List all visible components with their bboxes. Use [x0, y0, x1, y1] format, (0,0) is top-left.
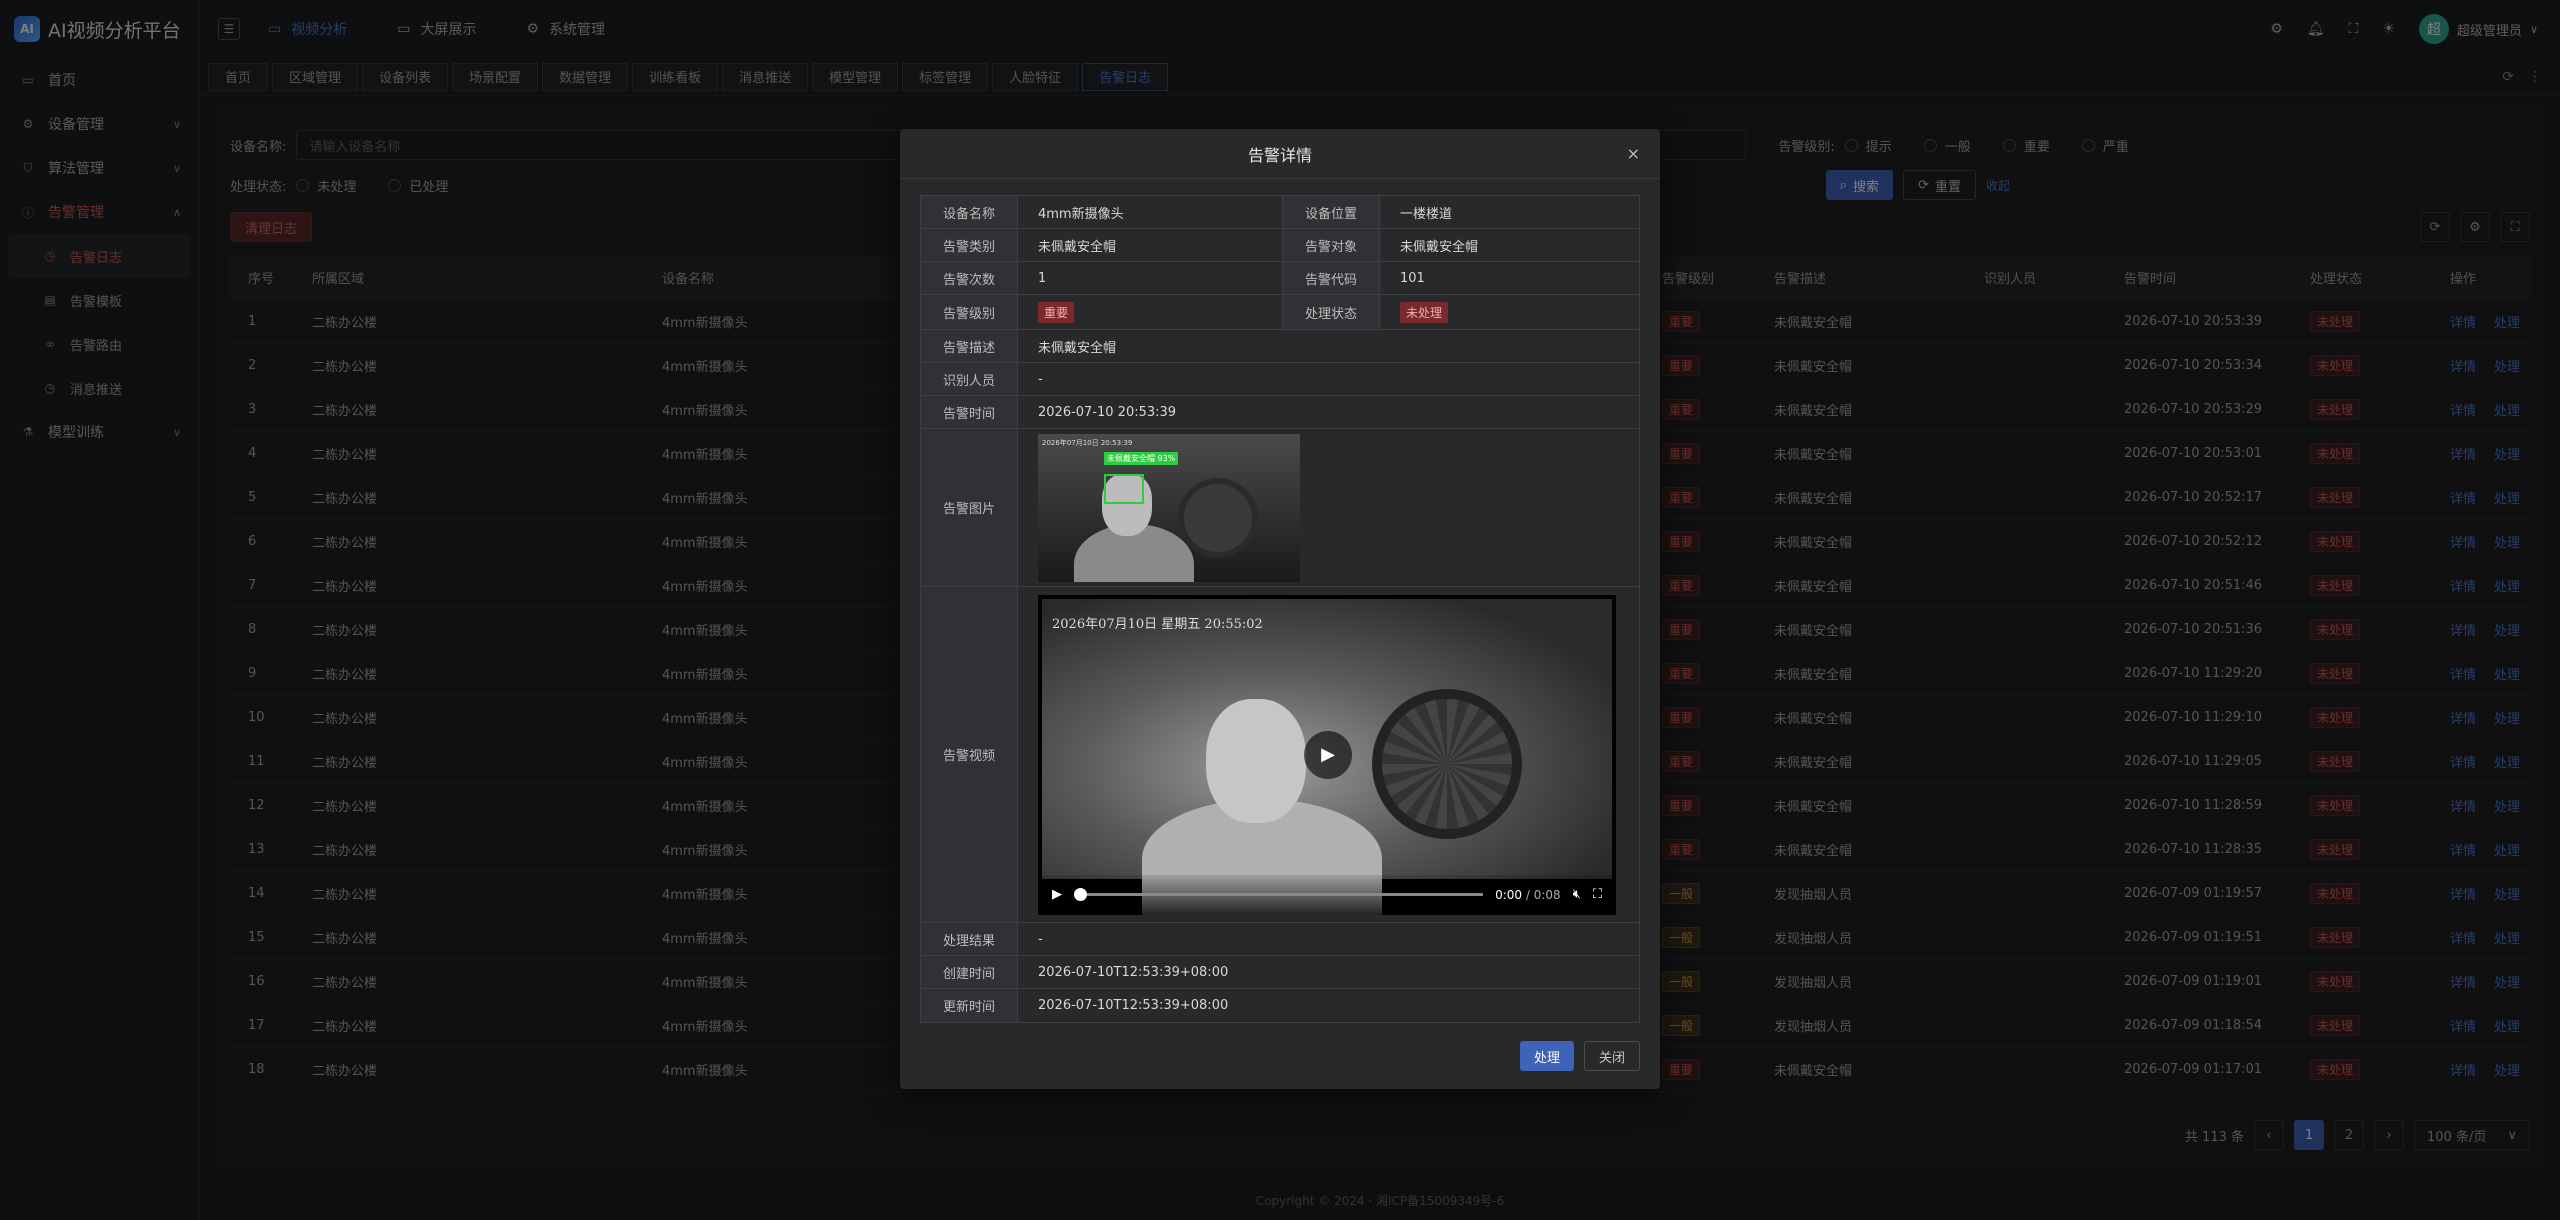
detail-value: 未佩戴安全帽	[1400, 239, 1479, 255]
detail-row: 告警描述 未佩戴安全帽	[921, 330, 1639, 363]
video-fan	[1372, 688, 1522, 839]
modal-footer: 处理 关闭	[1519, 1041, 1640, 1071]
detail-label: 告警级别	[921, 295, 1018, 329]
detail-value: -	[1038, 931, 1043, 947]
detail-label: 告警代码	[1283, 262, 1380, 294]
detail-value: 2026-07-10T12:53:39+08:00	[1038, 964, 1229, 980]
detection-label: 未佩戴安全帽 93%	[1104, 451, 1179, 465]
image-fan	[1178, 477, 1258, 558]
detail-row: 更新时间 2026-07-10T12:53:39+08:00	[921, 989, 1639, 1022]
detail-label: 告警次数	[921, 262, 1018, 294]
video-person-head	[1206, 698, 1306, 823]
detail-row: 告警时间 2026-07-10 20:53:39	[921, 396, 1639, 429]
mute-icon[interactable]: 🔇︎	[1573, 887, 1581, 902]
detail-value: 未佩戴安全帽 93% 2026年07月10日 20:53:39	[1018, 429, 1639, 586]
alert-detail-modal: 告警详情 × 设备名称 4mm新摄像头 设备位置 一楼楼道 告警类别 未佩戴安全…	[900, 129, 1660, 1089]
fullscreen-icon[interactable]: ⛶	[1593, 887, 1602, 902]
detail-row: 告警次数 1 告警代码 101	[921, 262, 1639, 295]
detail-value: -	[1038, 371, 1043, 387]
handle-button[interactable]: 处理	[1519, 1041, 1574, 1071]
detail-label: 创建时间	[921, 956, 1018, 988]
detail-label: 设备名称	[921, 196, 1018, 228]
alert-video[interactable]: 2026年07月10日 星期五 20:55:02 ▶ ▶ 0:00 / 0:08…	[1038, 594, 1616, 915]
detail-label: 告警对象	[1283, 229, 1380, 261]
play-icon[interactable]: ▶	[1304, 730, 1352, 779]
detail-value: 2026年07月10日 星期五 20:55:02 ▶ ▶ 0:00 / 0:08…	[1018, 587, 1639, 922]
detail-row: 设备名称 4mm新摄像头 设备位置 一楼楼道	[921, 196, 1639, 229]
seek-knob[interactable]	[1074, 888, 1087, 901]
detail-row: 识别人员 -	[921, 363, 1639, 396]
detail-value: 2026-07-10 20:53:39	[1038, 404, 1177, 420]
detail-value: 2026-07-10T12:53:39+08:00	[1038, 998, 1229, 1013]
modal-header: 告警详情 ×	[900, 129, 1660, 179]
detail-label: 处理状态	[1283, 295, 1380, 329]
detail-value: 未佩戴安全帽	[1018, 229, 1283, 261]
modal-title: 告警详情	[1247, 145, 1312, 165]
video-timestamp: 2026年07月10日 星期五 20:55:02	[1052, 616, 1263, 632]
video-seek-bar[interactable]	[1074, 888, 1484, 901]
detail-label: 告警时间	[921, 396, 1018, 428]
level-badge: 重要	[1038, 301, 1075, 323]
detection-box	[1104, 473, 1144, 504]
alert-image[interactable]: 未佩戴安全帽 93% 2026年07月10日 20:53:39	[1038, 433, 1300, 582]
detail-label: 更新时间	[921, 989, 1018, 1022]
detail-label: 设备位置	[1283, 196, 1380, 228]
detail-value: 未处理	[1380, 295, 1639, 329]
detail-value: 一楼楼道	[1400, 206, 1453, 222]
detail-row: 告警级别 重要 处理状态 未处理	[921, 295, 1639, 330]
detail-row: 告警图片 未佩戴安全帽 93% 2026年07月10日 20:53:39	[921, 429, 1639, 587]
play-button-icon[interactable]: ▶	[1052, 887, 1062, 902]
detail-row: 处理结果 -	[921, 923, 1639, 956]
detail-value: 1	[1018, 262, 1283, 294]
detail-label: 告警描述	[921, 330, 1018, 362]
image-timestamp: 2026年07月10日 20:53:39	[1042, 438, 1133, 447]
detail-label: 识别人员	[921, 363, 1018, 395]
detail-value: 未佩戴安全帽	[1038, 340, 1117, 356]
video-time: 0:00 / 0:08	[1495, 887, 1561, 902]
detail-row: 创建时间 2026-07-10T12:53:39+08:00	[921, 956, 1639, 989]
detail-label: 告警图片	[921, 429, 1018, 586]
video-controls: ▶ 0:00 / 0:08 🔇︎ ⛶	[1038, 874, 1616, 915]
detail-value: 101	[1400, 270, 1425, 286]
detail-value: 4mm新摄像头	[1018, 196, 1283, 228]
close-button[interactable]: 关闭	[1583, 1041, 1640, 1071]
detail-row: 告警视频 2026年07月10日 星期五 20:55:02 ▶ ▶ 0:00 /…	[921, 587, 1639, 923]
detail-row: 告警类别 未佩戴安全帽 告警对象 未佩戴安全帽	[921, 229, 1639, 262]
detail-value: 重要	[1018, 295, 1283, 329]
detail-label: 告警类别	[921, 229, 1018, 261]
detail-label: 告警视频	[921, 587, 1018, 922]
app-root: AI AI视频分析平台 ▭首页 ⚙设备管理∨ ⛉算法管理∨ ⓘ告警管理∧ ◷告警…	[0, 0, 2560, 1220]
detail-table: 设备名称 4mm新摄像头 设备位置 一楼楼道 告警类别 未佩戴安全帽 告警对象 …	[920, 195, 1640, 1023]
close-icon[interactable]: ×	[1627, 144, 1640, 163]
detail-label: 处理结果	[921, 923, 1018, 955]
status-badge: 未处理	[1400, 301, 1449, 323]
